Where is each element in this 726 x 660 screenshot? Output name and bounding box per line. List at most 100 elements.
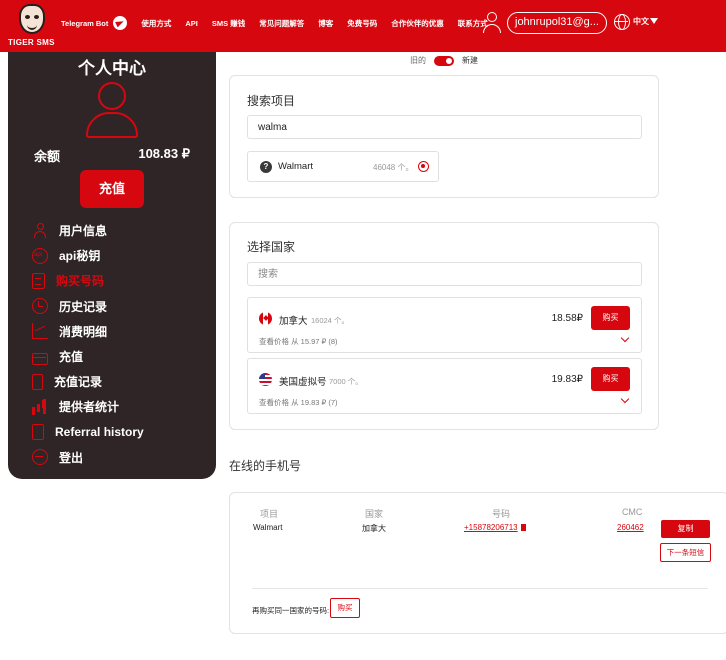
country-price: 18.58₽ bbox=[551, 313, 583, 324]
service-radio[interactable] bbox=[418, 161, 429, 172]
divider bbox=[252, 588, 708, 589]
sidebar-title: 个人中心 bbox=[78, 59, 146, 78]
logo-text: TIGER SMS bbox=[8, 38, 55, 47]
bars-icon bbox=[32, 398, 48, 415]
sidebar-item-label: api秘钥 bbox=[59, 249, 101, 264]
sms-code[interactable]: 260462 bbox=[617, 523, 644, 532]
online-numbers-title: 在线的手机号 bbox=[229, 459, 302, 473]
history-icon bbox=[32, 298, 48, 315]
account-email-button[interactable]: johnrupol31@g... bbox=[507, 12, 607, 34]
sidebar-item-label: 消费明细 bbox=[59, 324, 108, 339]
column-header-number: 号码 bbox=[492, 509, 511, 519]
user-icon[interactable] bbox=[483, 12, 501, 34]
chart-icon bbox=[32, 323, 48, 340]
price-details-link[interactable]: 查看价格 从 15.97 ₽ (8) bbox=[259, 336, 338, 347]
sidebar-item-logout[interactable]: 登出 bbox=[32, 445, 144, 470]
sidebar-item-referral-history[interactable]: Referral history bbox=[32, 420, 144, 445]
sidebar-item-buy-number[interactable]: 购买号码 bbox=[32, 268, 144, 293]
row-project: Walmart bbox=[253, 523, 283, 532]
flag-canada-icon bbox=[259, 312, 272, 325]
tiger-logo[interactable]: TIGER SMS bbox=[8, 4, 56, 48]
flag-usa-icon bbox=[259, 373, 272, 386]
rebuy-label: 再购买同一国家的号码: bbox=[252, 606, 330, 615]
recharge-button[interactable]: 充值 bbox=[80, 170, 144, 208]
sidebar-item-provider-stats[interactable]: 提供者统计 bbox=[32, 394, 144, 419]
question-icon: ? bbox=[260, 161, 272, 173]
api-icon bbox=[32, 247, 48, 264]
version-toggle[interactable] bbox=[434, 55, 454, 66]
select-country-title: 选择国家 bbox=[247, 240, 296, 254]
country-count: 16024 个。 bbox=[311, 316, 349, 325]
version-toggle-row: 旧的 新建 bbox=[410, 55, 478, 66]
sidebar-item-label: 充值 bbox=[59, 350, 84, 365]
country-count: 7000 个。 bbox=[329, 377, 363, 386]
caret-down-icon[interactable] bbox=[650, 18, 658, 24]
nav-partner-offers[interactable]: 合作伙伴的优惠 bbox=[391, 18, 444, 29]
nav-how-to-use[interactable]: 使用方式 bbox=[141, 18, 171, 29]
service-count: 46048 个。 bbox=[373, 163, 414, 172]
copy-button[interactable]: 复制 bbox=[661, 520, 710, 538]
sidebar-item-api-key[interactable]: api秘钥 bbox=[32, 243, 144, 268]
chevron-down-icon[interactable] bbox=[620, 394, 630, 404]
buy-button[interactable]: 购买 bbox=[591, 306, 630, 330]
sidebar-item-label: 充值记录 bbox=[54, 375, 103, 390]
nav-api[interactable]: API bbox=[185, 19, 198, 28]
sidebar-item-recharge-history[interactable]: 充值记录 bbox=[32, 369, 144, 394]
column-header-project: 项目 bbox=[260, 509, 279, 519]
sidebar: 个人中心 余额 108.83 ₽ 充值 用户信息 api秘钥 购买号码 历史记录… bbox=[8, 52, 216, 479]
country-search-input[interactable] bbox=[247, 262, 642, 286]
row-number-wrap: +15878206713 bbox=[464, 523, 526, 532]
sidebar-item-history[interactable]: 历史记录 bbox=[32, 294, 144, 319]
nav-sms-earn[interactable]: SMS 赚钱 bbox=[212, 18, 245, 29]
phone-icon bbox=[32, 373, 43, 390]
language-selector[interactable]: 中文 bbox=[633, 16, 649, 27]
nav-free-numbers[interactable]: 免费号码 bbox=[347, 18, 377, 29]
column-header-cmc: СМС bbox=[622, 507, 643, 517]
document-icon bbox=[32, 272, 45, 289]
sidebar-item-spending[interactable]: 消费明细 bbox=[32, 319, 144, 344]
sidebar-item-label: 用户信息 bbox=[59, 224, 108, 239]
tiger-face-icon bbox=[19, 4, 45, 34]
phone-number-link[interactable]: +15878206713 bbox=[464, 523, 518, 532]
avatar-icon bbox=[86, 82, 138, 138]
country-price: 19.83₽ bbox=[551, 374, 583, 385]
sidebar-item-user-info[interactable]: 用户信息 bbox=[32, 218, 144, 243]
active-number-card: 项目 国家 号码 СМС Walmart 加拿大 +15878206713 26… bbox=[229, 492, 726, 634]
nav-telegram-bot[interactable]: Telegram Bot bbox=[61, 16, 128, 30]
referral-icon bbox=[32, 424, 44, 441]
globe-icon[interactable] bbox=[614, 14, 630, 30]
toggle-new-label: 新建 bbox=[462, 56, 478, 65]
price-details-link[interactable]: 查看价格 从 19.83 ₽ (7) bbox=[259, 397, 338, 408]
sidebar-item-recharge[interactable]: 充值 bbox=[32, 344, 144, 369]
country-name: 加拿大 bbox=[279, 316, 308, 327]
service-result-walmart[interactable]: ? Walmart 46048 个。 bbox=[247, 151, 439, 182]
card-icon bbox=[32, 352, 48, 365]
sidebar-item-label: Referral history bbox=[55, 425, 144, 440]
top-header: TIGER SMS Telegram Bot 使用方式 API SMS 赚钱 常… bbox=[0, 0, 726, 52]
country-row-usa-virtual[interactable]: 美国虚拟号 7000 个。 19.83₽ 购买 查看价格 从 19.83 ₽ (… bbox=[247, 358, 642, 414]
country-row-canada[interactable]: 加拿大 16024 个。 18.58₽ 购买 查看价格 从 15.97 ₽ (8… bbox=[247, 297, 642, 353]
nav-faq[interactable]: 常见问题解答 bbox=[259, 18, 304, 29]
sidebar-item-label: 提供者统计 bbox=[59, 400, 120, 415]
user-icon bbox=[32, 222, 48, 239]
nav-label: Telegram Bot bbox=[61, 18, 109, 28]
service-name: Walmart bbox=[278, 161, 314, 172]
country-name: 美国虚拟号 bbox=[279, 377, 327, 388]
sidebar-menu: 用户信息 api秘钥 购买号码 历史记录 消费明细 充值 充值记录 提供者统计 bbox=[32, 218, 144, 470]
column-header-country: 国家 bbox=[365, 509, 384, 519]
balance-value: 108.83 ₽ bbox=[138, 146, 190, 161]
buy-button[interactable]: 购买 bbox=[591, 367, 630, 391]
main-nav: Telegram Bot 使用方式 API SMS 赚钱 常见问题解答 博客 免… bbox=[61, 14, 502, 32]
sidebar-item-label: 历史记录 bbox=[59, 299, 108, 314]
copy-icon[interactable] bbox=[520, 524, 526, 532]
next-sms-button[interactable]: 下一条短信 bbox=[660, 543, 711, 562]
sidebar-item-label: 购买号码 bbox=[56, 274, 105, 289]
search-service-title: 搜索项目 bbox=[247, 94, 296, 108]
sidebar-item-label: 登出 bbox=[59, 450, 84, 465]
chevron-down-icon[interactable] bbox=[620, 333, 630, 343]
service-search-input[interactable] bbox=[247, 115, 642, 139]
logout-icon bbox=[32, 449, 48, 466]
telegram-icon bbox=[113, 16, 128, 30]
nav-blog[interactable]: 博客 bbox=[318, 18, 333, 29]
rebuy-button[interactable]: 购买 bbox=[330, 598, 360, 618]
